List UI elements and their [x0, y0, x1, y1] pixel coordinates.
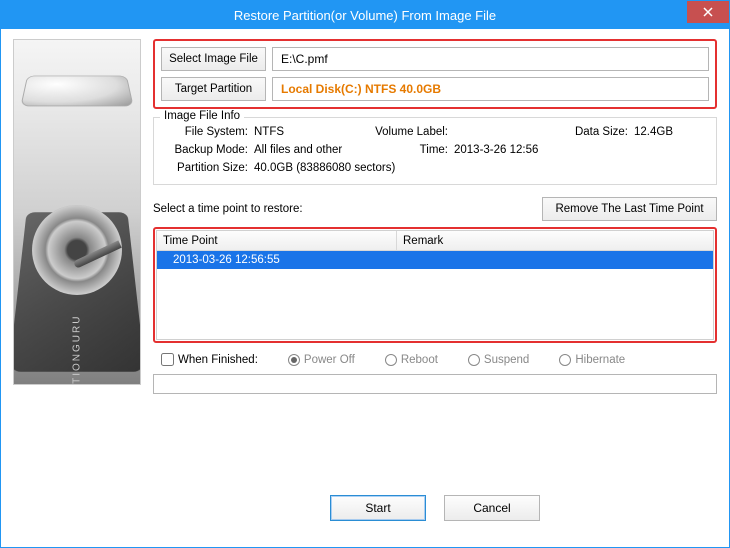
image-file-info-group: Image File Info File System: NTFS Volume…: [153, 117, 717, 185]
hibernate-radio[interactable]: Hibernate: [559, 354, 625, 366]
vol-value: [454, 126, 564, 138]
when-finished-label: When Finished:: [178, 354, 258, 366]
fs-label: File System:: [164, 126, 254, 138]
select-image-button[interactable]: Select Image File: [161, 47, 266, 71]
titlebar: Restore Partition(or Volume) From Image …: [1, 1, 729, 29]
time-value: 2013-3-26 12:56: [454, 144, 564, 156]
cancel-button[interactable]: Cancel: [444, 495, 540, 521]
arrow-right-icon: [157, 255, 173, 265]
fs-value: NTFS: [254, 126, 374, 138]
when-finished-checkbox[interactable]: When Finished:: [161, 353, 258, 366]
col-timepoint[interactable]: Time Point: [157, 231, 397, 250]
list-item[interactable]: 2013-03-26 12:56:55: [157, 251, 713, 269]
time-label: Time:: [374, 144, 454, 156]
reboot-radio[interactable]: Reboot: [385, 354, 438, 366]
ps-label: Partition Size:: [164, 162, 254, 174]
ds-label: Data Size:: [564, 126, 634, 138]
bm-value: All files and other: [254, 144, 374, 156]
ps-value: 40.0GB (83886080 sectors): [254, 162, 564, 174]
when-finished-input[interactable]: [161, 353, 174, 366]
list-header: Time Point Remark: [157, 231, 713, 251]
source-target-group: Select Image File E:\C.pmf Target Partit…: [153, 39, 717, 109]
bm-label: Backup Mode:: [164, 144, 254, 156]
row-timepoint: 2013-03-26 12:56:55: [173, 254, 397, 266]
vol-label: Volume Label:: [374, 126, 454, 138]
group-title: Image File Info: [160, 110, 244, 122]
close-icon: [703, 7, 713, 17]
start-button[interactable]: Start: [330, 495, 426, 521]
remove-last-timepoint-button[interactable]: Remove The Last Time Point: [542, 197, 717, 221]
close-button[interactable]: [687, 1, 729, 23]
progress-bar: [153, 374, 717, 394]
image-path-field[interactable]: E:\C.pmf: [272, 47, 709, 71]
ds-value: 12.4GB: [634, 126, 694, 138]
when-finished-row: When Finished: Power Off Reboot Suspend …: [153, 353, 717, 366]
restore-label: Select a time point to restore:: [153, 203, 303, 215]
sidebar-image: PARTITIONGURU: [13, 39, 141, 385]
target-partition-field: Local Disk(C:) NTFS 40.0GB: [272, 77, 709, 101]
timepoint-list: Time Point Remark 2013-03-26 12:56:55: [153, 227, 717, 343]
window-title: Restore Partition(or Volume) From Image …: [234, 8, 496, 23]
target-partition-button[interactable]: Target Partition: [161, 77, 266, 101]
suspend-radio[interactable]: Suspend: [468, 354, 529, 366]
col-remark[interactable]: Remark: [397, 231, 713, 250]
brand-label: PARTITIONGURU: [72, 315, 83, 385]
poweroff-radio[interactable]: Power Off: [288, 354, 355, 366]
